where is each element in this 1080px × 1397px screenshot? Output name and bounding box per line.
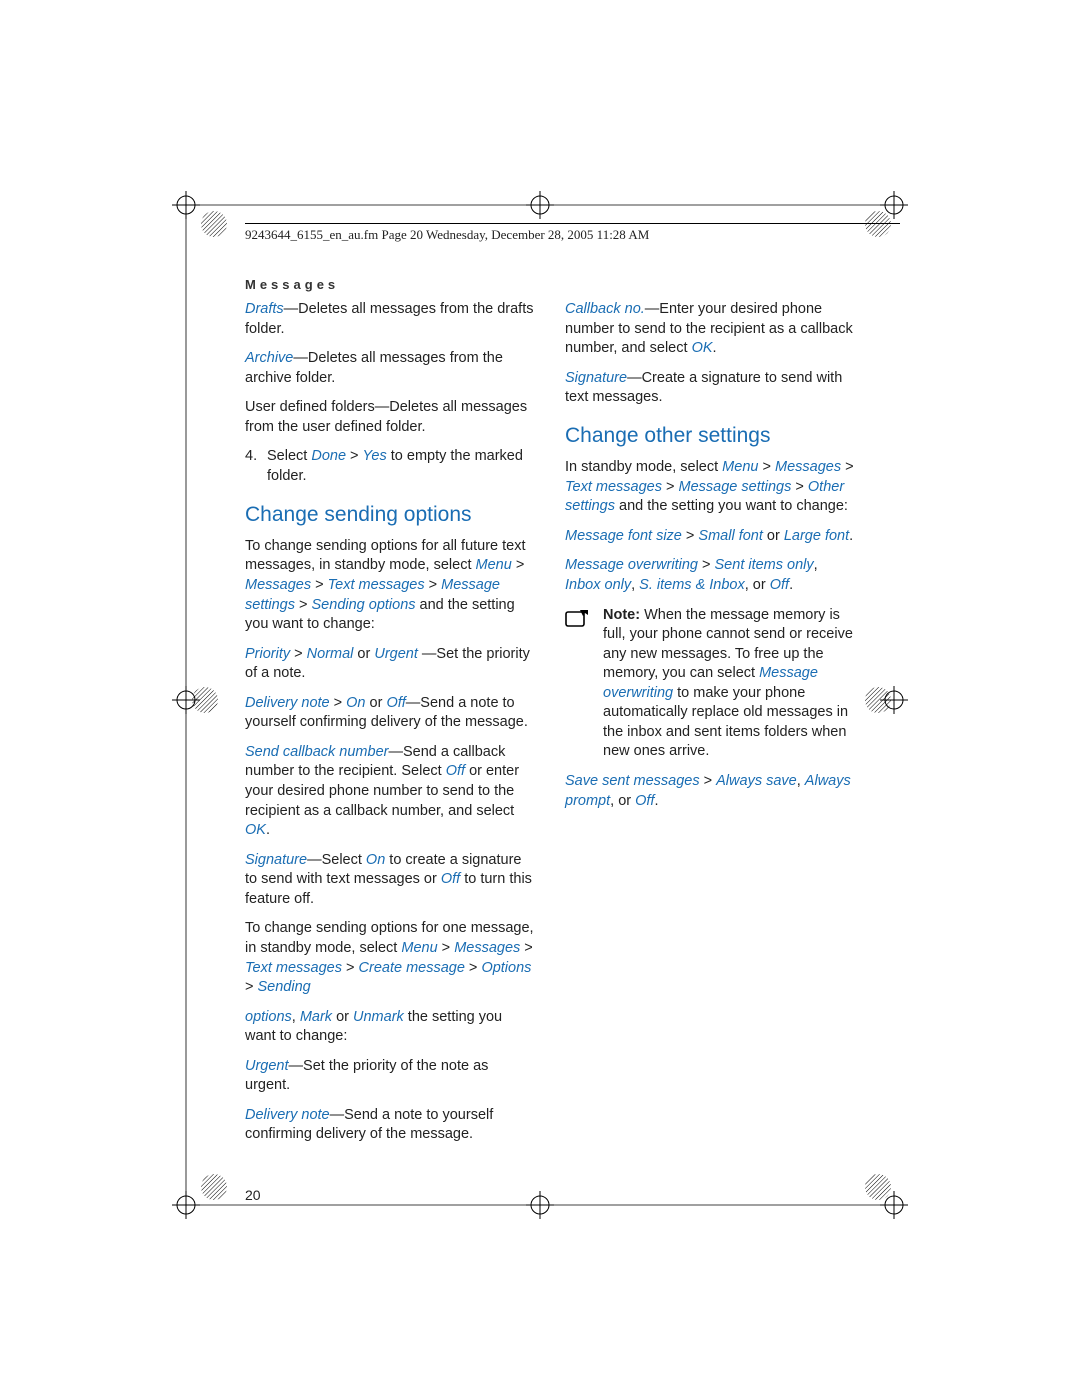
paragraph: Save sent messages > Always save, Always…	[565, 772, 855, 811]
paragraph: In standby mode, select Menu > Messages …	[565, 458, 855, 517]
section-label: Messages	[245, 277, 339, 292]
paragraph: options, Mark or Unmark the setting you …	[245, 1008, 535, 1047]
paragraph: Signature—Select On to create a signatur…	[245, 851, 535, 910]
paragraph: Delivery note—Send a note to yourself co…	[245, 1106, 535, 1145]
paragraph: Priority > Normal or Urgent —Set the pri…	[245, 645, 535, 684]
paragraph: To change sending options for one messag…	[245, 919, 535, 997]
paragraph: Message font size > Small font or Large …	[565, 527, 855, 547]
paragraph: Send callback number—Send a callback num…	[245, 743, 535, 841]
page-header: 9243644_6155_en_au.fm Page 20 Wednesday,…	[245, 227, 649, 243]
heading-change-sending: Change sending options	[245, 501, 535, 529]
paragraph: User defined folders—Deletes all message…	[245, 398, 535, 437]
paragraph: To change sending options for all future…	[245, 537, 535, 635]
heading-change-other: Change other settings	[565, 422, 855, 450]
page-number: 20	[245, 1187, 261, 1203]
note-text: Note: When the message memory is full, y…	[603, 606, 855, 763]
paragraph: Callback no.—Enter your desired phone nu…	[565, 300, 855, 359]
note-icon	[565, 606, 593, 763]
header-rule	[245, 223, 900, 224]
paragraph: Drafts—Deletes all messages from the dra…	[245, 300, 535, 339]
paragraph: Archive—Deletes all messages from the ar…	[245, 349, 535, 388]
body-content: Drafts—Deletes all messages from the dra…	[245, 300, 855, 1170]
list-item: 4. Select Done > Yes to empty the marked…	[245, 447, 535, 486]
paragraph: Urgent—Set the priority of the note as u…	[245, 1057, 535, 1096]
note-block: Note: When the message memory is full, y…	[565, 606, 855, 763]
paragraph: Message overwriting > Sent items only, I…	[565, 556, 855, 595]
paragraph: Signature—Create a signature to send wit…	[565, 369, 855, 408]
paragraph: Delivery note > On or Off—Send a note to…	[245, 694, 535, 733]
